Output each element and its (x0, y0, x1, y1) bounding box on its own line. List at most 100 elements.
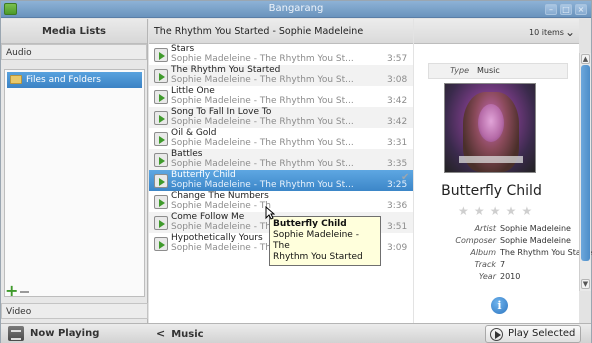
audio-file-icon (154, 69, 168, 83)
track-subtitle: Sophie Madeleine - The Rhythm You St... (171, 180, 354, 190)
track-row[interactable]: Oil & Gold Sophie Madeleine - The Rhythm… (149, 128, 413, 149)
audio-file-icon (154, 174, 168, 188)
mouse-cursor-icon (265, 206, 275, 220)
tooltip-title: Butterfly Child (273, 219, 347, 229)
maximize-button[interactable]: □ (560, 4, 572, 15)
audio-file-icon (154, 48, 168, 62)
star-icon[interactable]: ★ (490, 205, 502, 217)
chevron-left-icon: < (156, 327, 166, 340)
chevron-down-icon[interactable]: ⌄ (565, 25, 575, 39)
audio-file-icon (154, 237, 168, 251)
metadata-value: Sophie Madeleine (500, 224, 571, 233)
track-duration: 3:57 (387, 54, 408, 64)
track-row[interactable]: Song To Fall In Love To Sophie Madeleine… (149, 107, 413, 128)
category-audio[interactable]: Audio (1, 44, 147, 60)
track-title: The Rhythm You Started (171, 65, 281, 75)
metadata-key: Composer (455, 236, 496, 245)
tooltip-line: Rhythm You Started (273, 252, 363, 262)
scroll-down-icon[interactable]: ▼ (581, 279, 590, 289)
metadata-value: 7 (500, 260, 506, 269)
metadata-key: Year (478, 272, 496, 281)
now-playing-button[interactable]: Now Playing (30, 328, 99, 339)
window-title: Bangarang (268, 3, 324, 14)
play-selected-label: Play Selected (508, 328, 576, 339)
track-title: Hypothetically Yours (171, 233, 263, 243)
track-title: Song To Fall In Love To (171, 107, 272, 117)
track-title: Change The Numbers (171, 191, 269, 201)
audio-file-icon (154, 132, 168, 146)
rating-stars[interactable]: ★ ★ ★ ★ ★ (458, 205, 535, 218)
track-subtitle: Sophie Madeleine - The Rhythm You St... (171, 138, 354, 148)
metadata-row[interactable]: Track 7 (414, 259, 579, 271)
category-video[interactable]: Video (1, 303, 148, 319)
tooltip-line: Sophie Madeleine - The (273, 230, 359, 251)
type-field[interactable]: Type Music (428, 63, 568, 79)
back-button[interactable]: < Music (156, 327, 204, 340)
checkmark-icon[interactable]: ✔ (401, 172, 409, 183)
track-title: Butterfly Child (171, 170, 236, 180)
minus-icon[interactable] (20, 291, 29, 293)
track-duration: 3:42 (387, 96, 408, 106)
track-duration: 3:35 (387, 159, 408, 169)
track-title: Come Follow Me (171, 212, 245, 222)
media-list-tree: Files and Folders (4, 69, 145, 297)
star-icon[interactable]: ★ (458, 205, 470, 217)
track-duration: 3:08 (387, 75, 408, 85)
metadata-row[interactable]: Composer Sophie Madeleine (414, 235, 579, 247)
plus-icon[interactable]: + (5, 283, 18, 299)
now-playing-icon[interactable] (8, 326, 24, 341)
track-row[interactable]: Little One Sophie Madeleine - The Rhythm… (149, 86, 413, 107)
bottom-bar: Now Playing < Music Play Selected (1, 323, 591, 343)
metadata-value: 2010 (500, 272, 521, 281)
media-lists-header: Media Lists (1, 19, 147, 44)
folder-icon (10, 75, 22, 84)
audio-file-icon (154, 153, 168, 167)
audio-file-icon (154, 111, 168, 125)
close-button[interactable]: × (575, 4, 587, 15)
info-scrollbar[interactable]: ▲ ▼ (579, 53, 591, 291)
minimize-button[interactable]: – (545, 4, 557, 15)
track-row[interactable]: Stars Sophie Madeleine - The Rhythm You … (149, 44, 413, 65)
type-value: Music (477, 66, 500, 75)
track-tooltip: Butterfly Child Sophie Madeleine - The R… (269, 216, 381, 266)
metadata-row[interactable]: Album The Rhythm You Started (414, 247, 592, 259)
track-row[interactable]: The Rhythm You Started Sophie Madeleine … (149, 65, 413, 86)
track-subtitle: Sophie Madeleine - The Rhythm You St... (171, 117, 354, 127)
track-list-pane: The Rhythm You Started - Sophie Madelein… (149, 19, 413, 323)
media-lists-pane: Media Lists Audio Files and Folders + Vi… (1, 19, 148, 323)
track-duration: 3:36 (387, 201, 408, 211)
scroll-up-icon[interactable]: ▲ (581, 54, 590, 64)
album-art[interactable] (444, 83, 536, 173)
star-icon[interactable]: ★ (522, 205, 534, 217)
scrollbar-thumb[interactable] (581, 65, 590, 261)
tree-item-label: Files and Folders (26, 75, 101, 85)
metadata-key: Track (474, 260, 497, 269)
track-duration: 3:31 (387, 138, 408, 148)
audio-file-icon (154, 90, 168, 104)
back-label: Music (171, 329, 204, 340)
track-title: Battles (171, 149, 203, 159)
type-label: Type (450, 66, 469, 75)
title-bar: Bangarang – □ × (1, 1, 591, 18)
metadata-value: Sophie Madeleine (500, 236, 571, 245)
star-icon[interactable]: ★ (506, 205, 518, 217)
track-row-selected[interactable]: Butterfly Child Sophie Madeleine - The R… (149, 170, 413, 191)
info-icon[interactable]: i (491, 297, 508, 314)
track-subtitle: Sophie Madeleine - The Rhythm You St... (171, 75, 354, 85)
audio-file-icon (154, 216, 168, 230)
track-title: Little One (171, 86, 215, 96)
track-subtitle: Sophie Madeleine - The Rhythm You St... (171, 159, 354, 169)
metadata-row[interactable]: Year 2010 (414, 271, 579, 283)
star-icon[interactable]: ★ (474, 205, 486, 217)
metadata-row[interactable]: Artist Sophie Madeleine (414, 223, 579, 235)
song-title[interactable]: Butterfly Child (414, 183, 569, 199)
metadata-list: Artist Sophie Madeleine Composer Sophie … (414, 223, 592, 283)
tree-item-files-and-folders[interactable]: Files and Folders (7, 72, 142, 88)
item-count: 10 items (529, 28, 564, 37)
metadata-key: Album (470, 248, 496, 257)
play-selected-button[interactable]: Play Selected (485, 325, 581, 343)
track-row[interactable]: Change The Numbers Sophie Madeleine - Th… (149, 191, 413, 212)
track-row[interactable]: Battles Sophie Madeleine - The Rhythm Yo… (149, 149, 413, 170)
track-duration: 3:09 (387, 243, 408, 253)
main-window: Bangarang – □ × Media Lists Audio Files … (0, 0, 592, 343)
